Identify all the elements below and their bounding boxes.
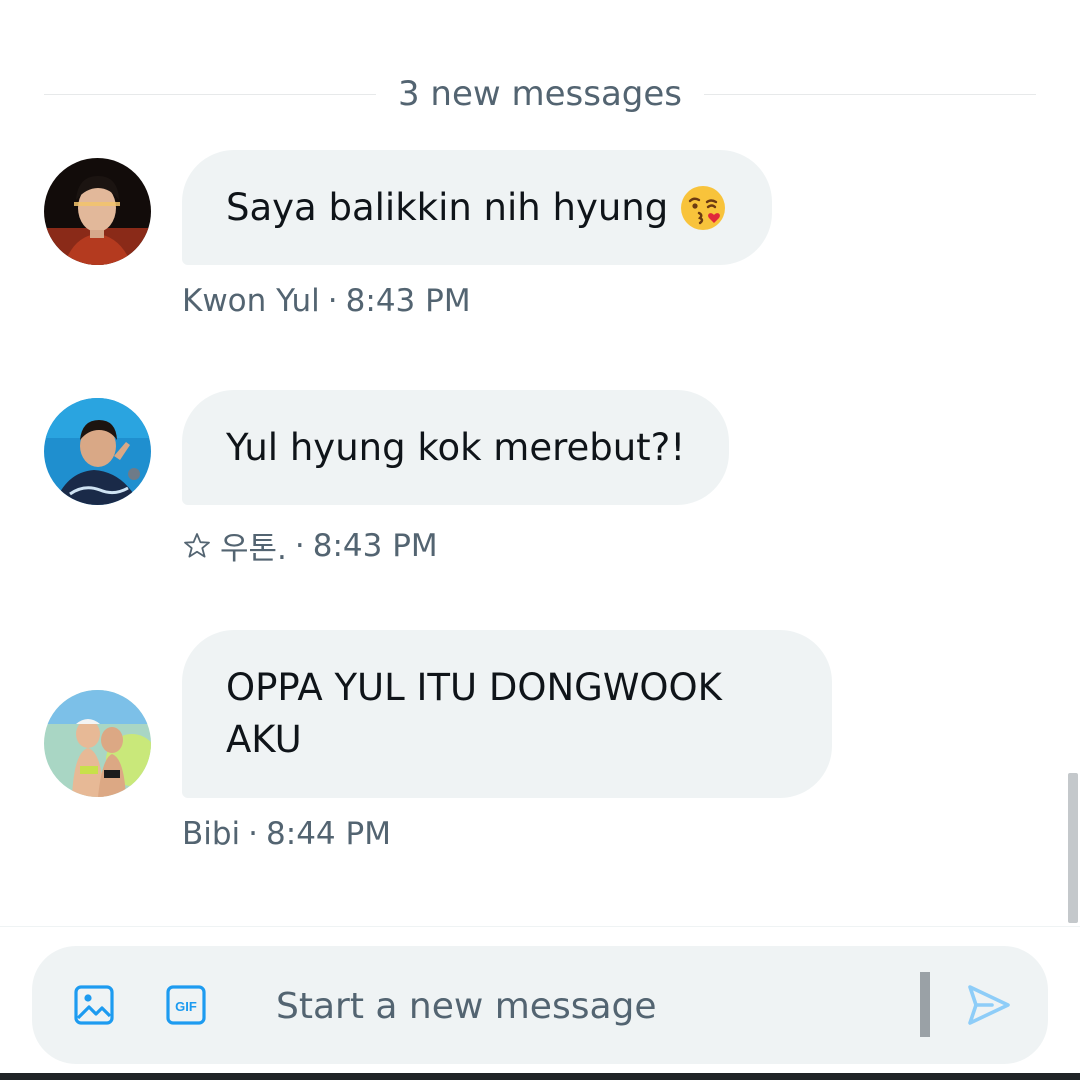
message-text: Saya balikkin nih hyung xyxy=(226,185,669,229)
avatar-photo xyxy=(44,158,151,265)
avatar-photo xyxy=(44,690,151,797)
message-composer: GIF xyxy=(32,946,1048,1064)
image-icon xyxy=(74,985,114,1025)
face-blowing-a-kiss-icon xyxy=(681,185,726,230)
message-text: Yul hyung kok merebut?! xyxy=(226,425,686,469)
new-messages-divider: 3 new messages xyxy=(44,66,1037,122)
send-button[interactable] xyxy=(964,980,1014,1030)
star-outline-icon xyxy=(184,532,210,557)
message-item: Yul hyung kok merebut?! 우톤. · 8:43 PM xyxy=(44,390,1044,570)
meta-separator: · xyxy=(327,283,338,319)
avatar[interactable] xyxy=(44,398,151,505)
sender-name[interactable]: Kwon Yul xyxy=(182,283,320,319)
sender-name[interactable]: Bibi xyxy=(182,816,240,852)
gif-icon: GIF xyxy=(166,985,206,1025)
message-bubble[interactable]: Saya balikkin nih hyung xyxy=(182,150,773,265)
scrollbar-thumb[interactable] xyxy=(1068,773,1078,923)
message-input[interactable] xyxy=(274,972,918,1040)
meta-separator: · xyxy=(294,527,305,564)
bottom-edge-bar xyxy=(0,1073,1080,1080)
new-messages-label: 3 new messages xyxy=(397,74,683,114)
avatar[interactable] xyxy=(44,158,151,265)
message-item: OPPA YUL ITU DONGWOOK AKU Bibi · 8:44 PM xyxy=(44,630,1044,860)
add-gif-button[interactable]: GIF xyxy=(161,980,211,1030)
message-item: Saya balikkin nih hyung Kwon Yul · 8:43 … xyxy=(44,150,1044,330)
message-meta: Kwon Yul · 8:43 PM xyxy=(182,283,471,319)
message-time: 8:43 PM xyxy=(345,283,471,319)
message-text: OPPA YUL ITU DONGWOOK AKU xyxy=(226,666,722,761)
divider-line-left xyxy=(44,93,376,95)
add-media-button[interactable] xyxy=(69,980,119,1030)
message-time: 8:43 PM xyxy=(312,527,438,564)
gif-label: GIF xyxy=(175,999,197,1014)
meta-separator: · xyxy=(248,816,259,852)
message-time: 8:44 PM xyxy=(266,816,391,852)
message-meta: 우톤. · 8:43 PM xyxy=(182,523,438,568)
message-bubble[interactable]: OPPA YUL ITU DONGWOOK AKU xyxy=(182,630,832,798)
send-icon xyxy=(968,985,1010,1025)
message-meta: Bibi · 8:44 PM xyxy=(182,816,391,852)
composer-divider xyxy=(0,926,1080,927)
text-caret xyxy=(920,972,930,1037)
dm-conversation: 3 new messages Saya balikkin nih hyung K… xyxy=(0,0,1080,1080)
avatar[interactable] xyxy=(44,690,151,797)
divider-line-right xyxy=(704,93,1037,95)
avatar-photo xyxy=(44,398,151,505)
message-bubble[interactable]: Yul hyung kok merebut?! xyxy=(182,390,730,505)
sender-name[interactable]: 우톤. xyxy=(220,523,287,568)
